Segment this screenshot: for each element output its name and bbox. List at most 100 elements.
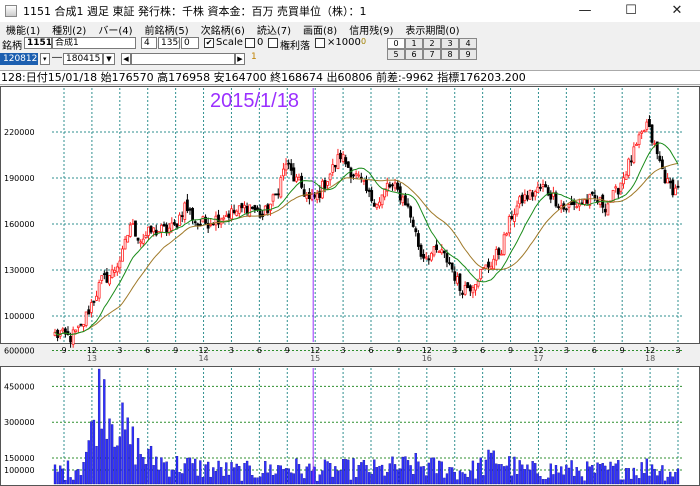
candle-body: [603, 208, 607, 213]
volume-bar: [303, 478, 306, 485]
menu-prev-symbol[interactable]: 前銘柄(5): [145, 22, 189, 37]
volume-bar: [248, 465, 251, 485]
symbol-name-input[interactable]: 合成1: [52, 37, 136, 49]
close-button[interactable]: ✕: [654, 0, 700, 22]
candle-body: [593, 194, 597, 199]
volume-bar: [134, 464, 137, 485]
candle-body: [201, 216, 205, 223]
param-c-input[interactable]: 0: [181, 37, 199, 49]
volume-bar: [85, 451, 88, 485]
volume-bar: [126, 417, 129, 485]
volume-bar: [230, 462, 233, 485]
volume-bar: [469, 470, 472, 485]
volume-bar: [676, 468, 680, 485]
volume-bar: [611, 465, 615, 485]
candle-body: [307, 192, 311, 200]
candle-body: [432, 246, 436, 256]
volume-bar: [399, 468, 402, 485]
volume-bar: [204, 464, 207, 485]
volume-bar: [386, 472, 389, 485]
volume-bar: [557, 472, 560, 485]
symbol-code-input[interactable]: 1151: [24, 37, 52, 49]
candle-body: [648, 119, 651, 127]
date-to-input[interactable]: 180415: [63, 53, 103, 65]
volume-bar: [64, 479, 67, 485]
zero-checkbox[interactable]: [245, 38, 255, 48]
volume-bar: [245, 460, 249, 485]
year-tick-label: 18: [645, 354, 655, 363]
candle-body: [676, 185, 680, 188]
scroll-right-icon[interactable]: ▶: [235, 53, 245, 65]
menu-screen[interactable]: 画面(8): [303, 22, 337, 37]
menu-function[interactable]: 機能(1): [6, 22, 40, 37]
candle-body: [642, 130, 646, 132]
scroll-left-icon[interactable]: ◀: [121, 53, 131, 65]
candle-body: [378, 201, 381, 207]
candle-body: [333, 164, 337, 168]
volume-bar: [313, 466, 316, 485]
scale-checkbox[interactable]: ✔: [204, 38, 214, 48]
candle-body: [663, 169, 667, 183]
volume-bar: [207, 461, 210, 485]
volume-bar: [388, 463, 392, 485]
date-scrollbar[interactable]: [131, 53, 235, 65]
menu-margin[interactable]: 信用残(9): [349, 22, 393, 37]
candle-body: [445, 253, 449, 263]
candle-body: [500, 253, 503, 256]
param-a-input[interactable]: 4: [141, 37, 157, 49]
volume-bar: [243, 463, 246, 485]
candle-body: [180, 215, 184, 218]
volume-bar: [648, 475, 651, 485]
volume-bar: [463, 473, 467, 485]
date-spin-button[interactable]: ▾: [40, 53, 50, 65]
date-from-input[interactable]: 120812: [0, 53, 38, 65]
volume-bar: [528, 469, 532, 485]
volume-bar: [666, 476, 669, 485]
candle-body: [313, 194, 316, 198]
candle-body: [235, 210, 239, 216]
volume-bar: [199, 460, 202, 485]
period-button-0[interactable]: 0: [387, 38, 405, 49]
margin-checkbox[interactable]: [268, 38, 278, 48]
candle-body: [196, 223, 200, 226]
volume-bar: [375, 467, 379, 485]
volume-bar: [347, 459, 350, 485]
volume-bar: [175, 456, 179, 485]
menu-load[interactable]: 読込(7): [257, 22, 291, 37]
param-b-input[interactable]: 1350: [158, 37, 180, 49]
candle-body: [435, 244, 438, 251]
candle-body: [523, 194, 527, 202]
volume-bar: [640, 462, 643, 485]
volume-bar: [100, 428, 103, 485]
date-to-dropdown-icon[interactable]: ▼: [103, 53, 115, 65]
maximize-button[interactable]: ☐: [608, 0, 654, 22]
menu-next-symbol[interactable]: 次銘柄(6): [201, 22, 245, 37]
volume-bar: [108, 418, 111, 485]
period-button-1[interactable]: 1: [405, 38, 423, 49]
stock-chart[interactable]: 100000 130000 160000 190000 220000 100000 1500…: [0, 86, 700, 486]
volume-bar: [471, 460, 475, 485]
candle-body: [458, 273, 462, 291]
volume-bar: [362, 459, 366, 485]
candle-body: [380, 194, 384, 206]
candle-body: [448, 262, 451, 265]
candle-body: [484, 264, 488, 269]
volume-bar: [435, 473, 438, 485]
volume-bar: [440, 461, 443, 485]
volume-bar: [59, 465, 62, 485]
candle-body: [585, 199, 589, 204]
month-tick-label: 3: [675, 346, 680, 355]
period-button-4[interactable]: 4: [459, 38, 477, 49]
menu-display-period[interactable]: 表示期間(0): [405, 22, 459, 37]
minimize-button[interactable]: —: [562, 0, 608, 22]
period-button-3[interactable]: 3: [441, 38, 459, 49]
x1000-checkbox[interactable]: [315, 38, 325, 48]
volume-bar: [173, 469, 176, 485]
volume-bar: [380, 464, 384, 485]
menu-bar-style[interactable]: バー(4): [98, 22, 132, 37]
volume-tick-label: 100000: [4, 466, 35, 475]
menu-type[interactable]: 種別(2): [52, 22, 86, 37]
candle-body: [494, 249, 498, 261]
candle-body: [237, 205, 241, 214]
period-button-2[interactable]: 2: [423, 38, 441, 49]
